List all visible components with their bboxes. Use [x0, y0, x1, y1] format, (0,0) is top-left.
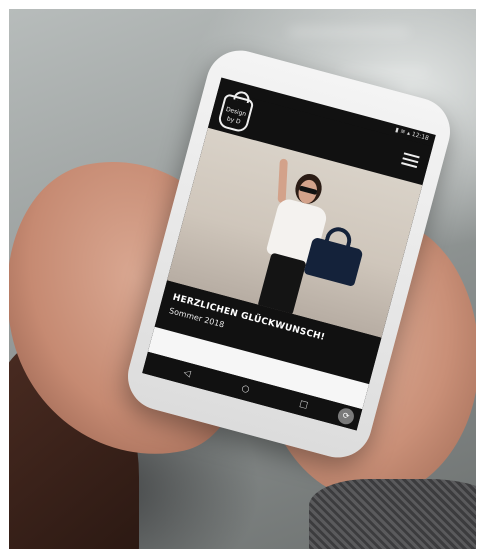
- model-arm: [277, 158, 288, 204]
- home-icon[interactable]: ○: [240, 383, 251, 397]
- hamburger-menu-icon[interactable]: [401, 152, 420, 169]
- background-light-streak: [289, 29, 409, 35]
- back-icon[interactable]: ◁: [182, 367, 192, 380]
- background-light-streak: [339, 69, 429, 73]
- logo-text: Design by D: [225, 105, 247, 126]
- brand-logo[interactable]: Design by D: [216, 93, 255, 134]
- right-sleeve: [309, 479, 476, 549]
- photo-background: ▮ ≋ ▴ 12:18 Design by D HERZLICHEN GLÜCK…: [9, 9, 476, 549]
- handbag: [303, 236, 364, 287]
- refresh-icon[interactable]: ⟳: [336, 406, 356, 427]
- recents-icon[interactable]: □: [298, 398, 309, 412]
